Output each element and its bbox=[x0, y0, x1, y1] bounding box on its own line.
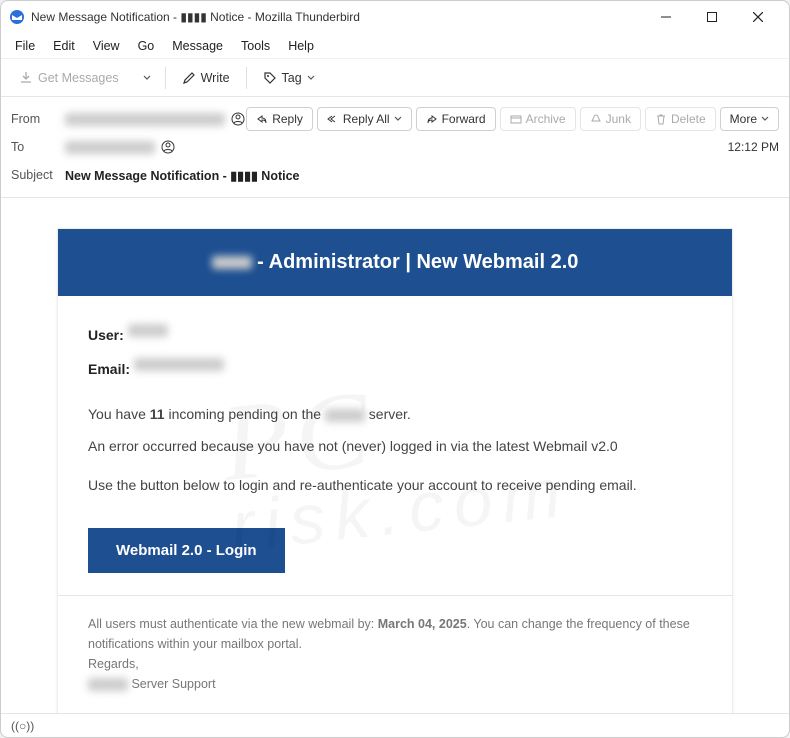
menu-tools[interactable]: Tools bbox=[233, 36, 278, 56]
separator bbox=[165, 67, 166, 89]
separator bbox=[246, 67, 247, 89]
subject-label: Subject bbox=[11, 168, 65, 182]
app-icon bbox=[9, 9, 25, 25]
activity-indicator-icon: ((○)) bbox=[11, 719, 34, 733]
chevron-down-icon bbox=[761, 115, 769, 123]
redacted-to: x bbox=[65, 141, 155, 154]
redacted-from: x bbox=[65, 113, 225, 126]
contact-icon[interactable] bbox=[231, 112, 245, 126]
chevron-down-icon bbox=[307, 74, 315, 82]
get-messages-button[interactable]: Get Messages bbox=[9, 66, 129, 90]
deadline-date: March 04, 2025 bbox=[378, 617, 467, 631]
redacted-brand: x bbox=[212, 256, 252, 269]
get-messages-label: Get Messages bbox=[38, 71, 119, 85]
main-toolbar: Get Messages Write Tag bbox=[1, 59, 789, 97]
menubar: File Edit View Go Message Tools Help bbox=[1, 33, 789, 59]
reply-icon bbox=[256, 113, 268, 125]
message-body: PCrisk.com x - Administrator | New Webma… bbox=[1, 198, 789, 713]
window-controls bbox=[643, 1, 781, 33]
more-button[interactable]: More bbox=[720, 107, 779, 131]
login-button[interactable]: Webmail 2.0 - Login bbox=[88, 528, 285, 573]
reply-button[interactable]: Reply bbox=[246, 107, 313, 131]
menu-view[interactable]: View bbox=[85, 36, 128, 56]
email-content: User: x Email: x You have 11 incoming pe… bbox=[58, 296, 732, 595]
maximize-button[interactable] bbox=[689, 1, 735, 33]
menu-edit[interactable]: Edit bbox=[45, 36, 83, 56]
statusbar: ((○)) bbox=[1, 713, 789, 737]
delete-button[interactable]: Delete bbox=[645, 107, 716, 131]
app-window: New Message Notification - ▮▮▮▮ Notice -… bbox=[0, 0, 790, 738]
tag-button[interactable]: Tag bbox=[253, 66, 325, 90]
regards-line: Regards, bbox=[88, 654, 702, 674]
archive-icon bbox=[510, 113, 522, 125]
deadline-line: All users must authenticate via the new … bbox=[88, 614, 702, 654]
archive-label: Archive bbox=[526, 112, 566, 126]
instruction-line: Use the button below to login and re-aut… bbox=[88, 474, 702, 496]
signature-line: x Server Support bbox=[88, 674, 702, 694]
user-row: User: x bbox=[88, 324, 702, 346]
titlebar: New Message Notification - ▮▮▮▮ Notice -… bbox=[1, 1, 789, 33]
menu-help[interactable]: Help bbox=[280, 36, 322, 56]
email-banner: x - Administrator | New Webmail 2.0 bbox=[58, 229, 732, 296]
reply-all-label: Reply All bbox=[343, 112, 390, 126]
download-icon bbox=[19, 71, 33, 85]
forward-label: Forward bbox=[442, 112, 486, 126]
get-messages-dropdown[interactable] bbox=[135, 69, 159, 87]
reply-all-icon bbox=[327, 113, 339, 125]
redacted-server: x bbox=[325, 409, 365, 422]
banner-text: - Administrator | New Webmail 2.0 bbox=[252, 251, 579, 273]
write-button[interactable]: Write bbox=[172, 66, 240, 90]
error-line: An error occurred because you have not (… bbox=[88, 435, 702, 457]
close-button[interactable] bbox=[735, 1, 781, 33]
delete-label: Delete bbox=[671, 112, 706, 126]
pending-count: 11 bbox=[150, 406, 165, 422]
junk-icon bbox=[590, 113, 602, 125]
junk-label: Junk bbox=[606, 112, 631, 126]
message-headers: From x Reply Reply All Forward Archive J… bbox=[1, 97, 789, 198]
pencil-icon bbox=[182, 71, 196, 85]
trash-icon bbox=[655, 113, 667, 125]
more-label: More bbox=[730, 112, 757, 126]
from-value: x bbox=[65, 112, 245, 126]
contact-icon[interactable] bbox=[161, 140, 175, 154]
pending-line: You have 11 incoming pending on the x se… bbox=[88, 403, 702, 425]
menu-message[interactable]: Message bbox=[164, 36, 231, 56]
user-label: User: bbox=[88, 327, 124, 343]
minimize-button[interactable] bbox=[643, 1, 689, 33]
tag-icon bbox=[263, 71, 277, 85]
menu-file[interactable]: File bbox=[7, 36, 43, 56]
redacted-signer: x bbox=[88, 678, 128, 691]
from-label: From bbox=[11, 112, 65, 126]
window-title: New Message Notification - ▮▮▮▮ Notice -… bbox=[31, 10, 643, 24]
email-label: Email: bbox=[88, 361, 130, 377]
redacted-email: x bbox=[134, 358, 224, 371]
menu-go[interactable]: Go bbox=[130, 36, 163, 56]
reply-all-button[interactable]: Reply All bbox=[317, 107, 412, 131]
email-row: Email: x bbox=[88, 358, 702, 380]
redacted-user: x bbox=[128, 324, 168, 337]
email-footer: All users must authenticate via the new … bbox=[58, 595, 732, 713]
chevron-down-icon bbox=[394, 115, 402, 123]
reply-label: Reply bbox=[272, 112, 303, 126]
tag-label: Tag bbox=[282, 71, 302, 85]
message-actions: Reply Reply All Forward Archive Junk Del… bbox=[246, 107, 779, 131]
forward-button[interactable]: Forward bbox=[416, 107, 496, 131]
write-label: Write bbox=[201, 71, 230, 85]
message-time: 12:12 PM bbox=[728, 140, 779, 154]
archive-button[interactable]: Archive bbox=[500, 107, 576, 131]
to-label: To bbox=[11, 140, 65, 154]
email-card: x - Administrator | New Webmail 2.0 User… bbox=[57, 228, 733, 713]
forward-icon bbox=[426, 113, 438, 125]
junk-button[interactable]: Junk bbox=[580, 107, 641, 131]
to-value: x bbox=[65, 140, 175, 154]
subject-value: New Message Notification - ▮▮▮▮ Notice bbox=[65, 168, 300, 183]
